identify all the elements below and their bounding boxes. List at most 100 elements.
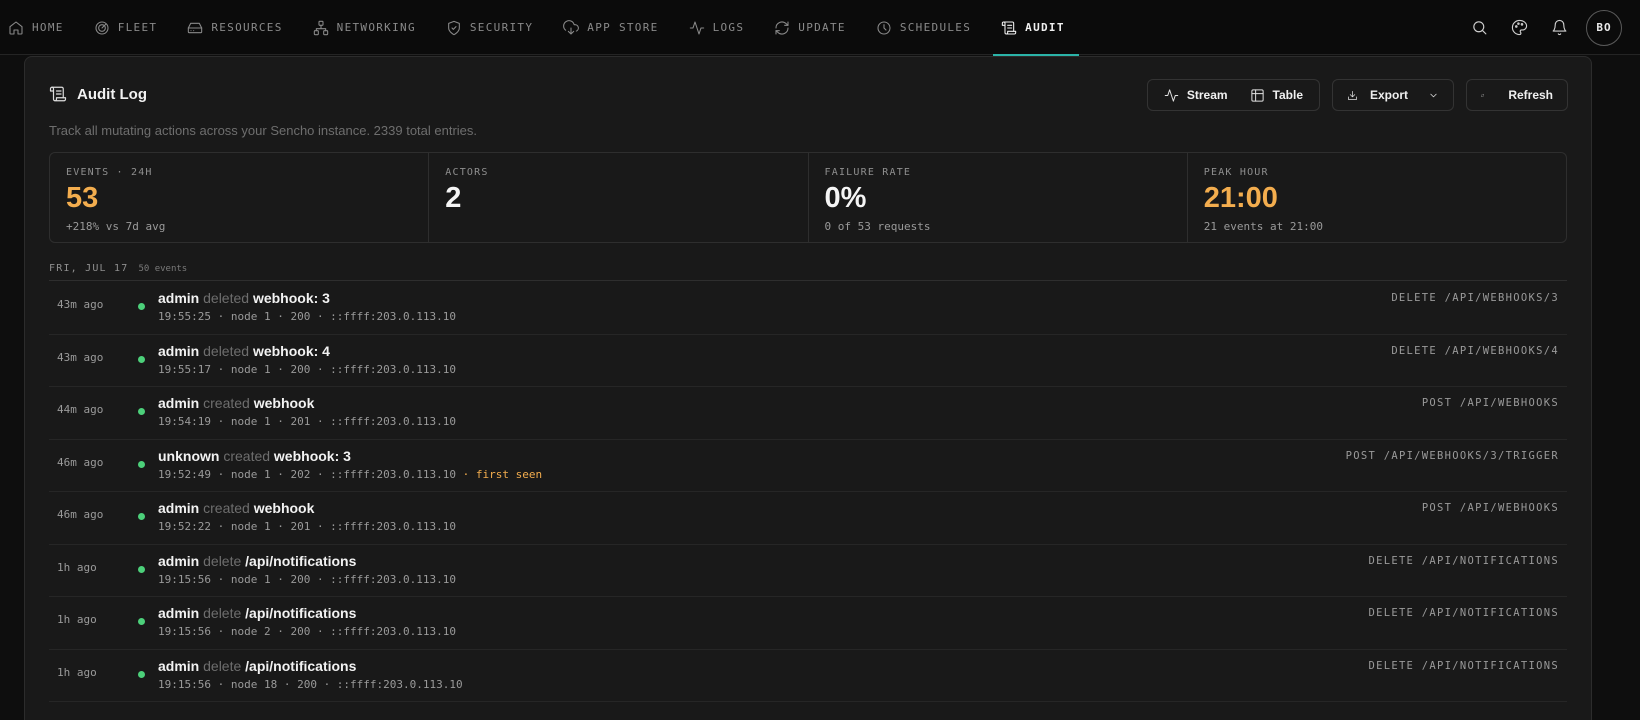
event-summary: unknown created webhook: 3 [158, 448, 351, 464]
list-item[interactable]: 1h ago admin delete /api/notifications 1… [49, 650, 1567, 702]
relative-time: 43m ago [57, 298, 104, 311]
list-item[interactable]: 46m ago unknown created webhook: 3 19:52… [49, 440, 1567, 492]
list-item[interactable]: 46m ago admin created webhook 19:52:22 ·… [49, 492, 1567, 545]
tab-networking[interactable]: NETWORKING [305, 0, 430, 55]
verb: delete [203, 552, 242, 569]
export-label: Export [1369, 88, 1408, 102]
status-dot [138, 618, 145, 625]
http-route: DELETE /API/WEBHOOKS/4 [1391, 344, 1559, 357]
export-button[interactable]: Export [1332, 79, 1454, 111]
stream-view-button[interactable]: Stream [1154, 79, 1238, 111]
search-button[interactable] [1466, 15, 1492, 41]
refresh-button[interactable]: Refresh [1466, 79, 1568, 111]
avatar[interactable]: BO [1586, 9, 1622, 46]
page-subtitle: Track all mutating actions across your S… [49, 123, 478, 138]
download-icon [1348, 90, 1357, 100]
list-item[interactable]: 43m ago admin deleted webhook: 3 19:55:2… [49, 282, 1567, 335]
tab-security[interactable]: SECURITY [438, 0, 547, 55]
tab-audit[interactable]: AUDIT [993, 0, 1079, 56]
actor: admin [158, 657, 200, 674]
stat-label: ACTORS [445, 167, 489, 178]
event-meta: 19:55:17 · node 1 · 200 · ::ffff:203.0.1… [158, 363, 456, 376]
list-item[interactable]: 1h ago admin delete /api/notifications 1… [49, 545, 1567, 597]
home-icon [9, 20, 23, 35]
event-meta: 19:15:56 · node 18 · 200 · ::ffff:203.0.… [158, 678, 463, 691]
status-dot [138, 565, 145, 573]
http-route: POST /API/WEBHOOKS/3/TRIGGER [1345, 449, 1559, 462]
stat-value: 0% [824, 182, 867, 214]
target: webhook: 4 [252, 342, 330, 359]
fleet-icon [95, 20, 109, 35]
event-summary: admin delete /api/notifications [158, 553, 356, 569]
http-route: POST /API/WEBHOOKS [1421, 502, 1559, 514]
relative-time: 46m ago [57, 455, 104, 469]
status-dot [138, 513, 145, 520]
verb: deleted [203, 342, 250, 359]
target: webhook: 3 [273, 447, 351, 464]
list-item[interactable]: 1h ago admin delete /api/notifications 1… [49, 597, 1567, 650]
stat-note: 21 events at 21:00 [1203, 220, 1323, 233]
http-route: DELETE /API/NOTIFICATIONS [1368, 607, 1559, 619]
relative-time: 43m ago [57, 350, 104, 364]
http-route: DELETE /API/NOTIFICATIONS [1368, 659, 1559, 672]
verb: created [203, 395, 250, 411]
tab-logs[interactable]: LOGS [681, 0, 759, 55]
status-dot [138, 670, 145, 678]
stats-bar: EVENTS · 24H 53 +218% vs 7d avg ACTORS 2… [49, 152, 1567, 243]
event-summary: admin deleted webhook: 3 [158, 290, 330, 306]
stat-value: 21:00 [1203, 182, 1278, 214]
stat-value: 53 [66, 182, 99, 214]
network-icon [313, 20, 328, 35]
tab-label: LOGS [712, 21, 745, 34]
meta-text: 19:52:22 · node 1 · 201 · ::ffff:203.0.1… [158, 520, 457, 533]
tab-label: FLEET [117, 21, 158, 34]
actor: admin [158, 342, 200, 359]
list-item[interactable]: 44m ago admin created webhook 19:54:19 ·… [49, 387, 1567, 440]
http-route: DELETE /API/NOTIFICATIONS [1368, 554, 1559, 567]
verb: deleted [203, 290, 250, 306]
verb: created [203, 500, 250, 516]
tab-app-store[interactable]: APP STORE [555, 0, 672, 55]
audit-panel: Audit Log Track all mutating actions acr… [24, 56, 1592, 720]
tab-fleet[interactable]: FLEET [86, 0, 172, 55]
view-toggle: Stream Table [1146, 79, 1320, 111]
table-view-button[interactable]: Table [1240, 79, 1313, 111]
stat-label: PEAK HOUR [1203, 167, 1269, 178]
hard-drive-icon [188, 22, 203, 33]
theme-button[interactable] [1506, 15, 1532, 41]
tab-schedules[interactable]: SCHEDULES [868, 0, 985, 55]
actor: admin [158, 290, 200, 306]
http-route: DELETE /API/WEBHOOKS/3 [1391, 292, 1559, 304]
actor: unknown [158, 447, 220, 464]
meta-text: 19:54:19 · node 1 · 201 · ::ffff:203.0.1… [158, 415, 457, 428]
event-summary: admin deleted webhook: 4 [158, 343, 330, 359]
tab-home[interactable]: HOME [0, 0, 78, 55]
list-item[interactable]: 43m ago admin deleted webhook: 4 19:55:1… [49, 335, 1567, 387]
meta-text: 19:55:17 · node 1 · 200 · ::ffff:203.0.1… [158, 362, 457, 376]
tab-update[interactable]: UPDATE [766, 0, 860, 55]
table-label: Table [1272, 88, 1303, 102]
verb: delete [203, 605, 242, 621]
notifications-button[interactable] [1546, 15, 1572, 41]
http-route: POST /API/WEBHOOKS [1421, 397, 1559, 409]
activity-icon [1164, 88, 1179, 102]
refresh-label: Refresh [1508, 88, 1553, 102]
scroll-icon [49, 86, 67, 102]
nav-actions: BO [1466, 0, 1622, 55]
status-dot [138, 355, 145, 363]
nav-tabs: HOME FLEET RESOURCES NETWORKING SECURITY… [0, 0, 1087, 56]
status-dot [138, 303, 145, 310]
target: webhook [253, 395, 315, 411]
event-meta: 19:15:56 · node 1 · 200 · ::ffff:203.0.1… [158, 573, 456, 586]
clock-icon [877, 20, 891, 35]
target: webhook [253, 500, 315, 516]
tab-label: NETWORKING [336, 21, 416, 34]
shield-icon [448, 20, 460, 35]
relative-time: 44m ago [57, 403, 104, 416]
tab-resources[interactable]: RESOURCES [179, 0, 296, 55]
day-event-count: 50 events [138, 264, 188, 274]
tab-label: HOME [32, 21, 64, 34]
bell-icon [1552, 19, 1566, 36]
meta-text: 19:15:56 · node 18 · 200 · ::ffff:203.0.… [158, 677, 463, 691]
relative-time: 1h ago [57, 560, 97, 574]
